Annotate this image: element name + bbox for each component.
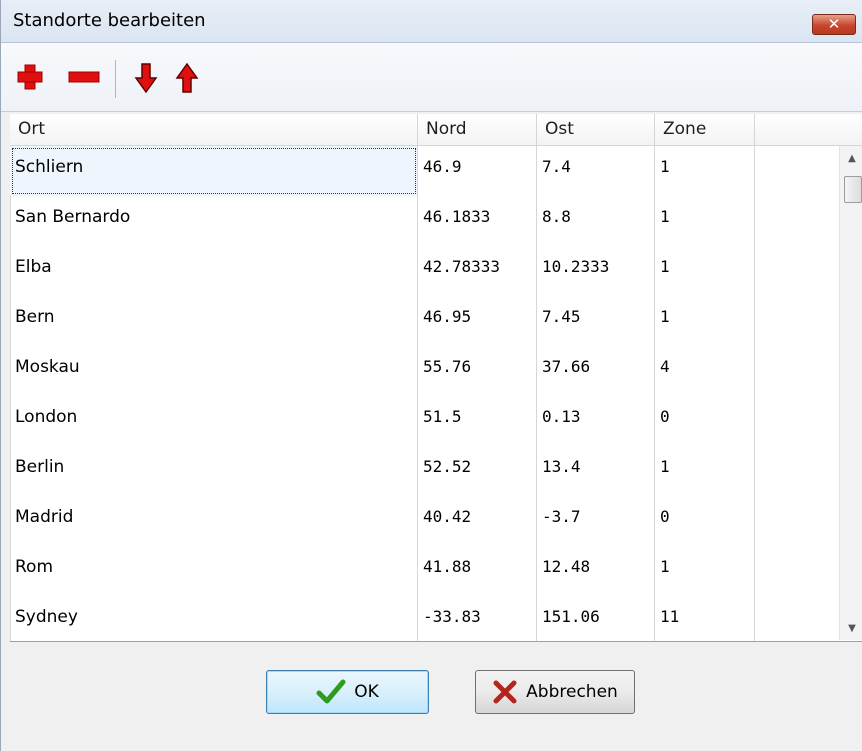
close-button[interactable]: ✕ [812, 14, 856, 35]
cell-ort[interactable]: Madrid [10, 496, 418, 546]
cell-nord[interactable]: -33.83 [418, 596, 537, 642]
cell-nord[interactable]: 41.88 [418, 546, 537, 596]
cell-ort[interactable]: Moskau [10, 346, 418, 396]
cell-ost[interactable]: -3.7 [537, 496, 655, 546]
move-up-button[interactable] [175, 62, 205, 93]
cell-zone[interactable]: 4 [655, 346, 755, 396]
checkmark-icon [316, 679, 346, 704]
move-down-button[interactable] [134, 62, 164, 94]
cell-ost[interactable]: 151.06 [537, 596, 655, 642]
close-icon: ✕ [827, 15, 841, 33]
remove-button[interactable] [67, 62, 100, 92]
move-down-icon [134, 63, 158, 94]
add-button[interactable] [15, 62, 45, 92]
cell-ort[interactable]: Elba [10, 246, 418, 296]
remove-icon [68, 71, 100, 83]
cell-nord[interactable]: 46.95 [418, 296, 537, 346]
move-up-icon [175, 62, 199, 93]
cell-ort[interactable]: San Bernardo [10, 196, 418, 246]
cell-ost[interactable]: 37.66 [537, 346, 655, 396]
table-row[interactable]: Berlin 52.52 13.4 1 [10, 446, 830, 496]
cell-ost[interactable]: 0.13 [537, 396, 655, 446]
cell-zone[interactable]: 1 [655, 146, 755, 196]
cell-zone[interactable]: 1 [655, 546, 755, 596]
cell-ort[interactable]: Berlin [10, 446, 418, 496]
scroll-up-arrow-icon: ▲ [848, 152, 856, 164]
cell-zone[interactable]: 1 [655, 446, 755, 496]
cell-nord[interactable]: 46.9 [418, 146, 537, 196]
table-row[interactable]: Sydney -33.83 151.06 11 [10, 596, 830, 642]
table-header: Ort Nord Ost Zone [10, 114, 862, 146]
cell-zone[interactable]: 1 [655, 296, 755, 346]
scrollbar-thumb[interactable] [844, 176, 862, 203]
cell-nord[interactable]: 42.78333 [418, 246, 537, 296]
table-row[interactable]: Moskau 55.76 37.66 4 [10, 346, 830, 396]
cell-ort[interactable]: Schliern [10, 146, 418, 196]
title-bar[interactable]: Standorte bearbeiten ✕ [1, 0, 862, 43]
cell-zone[interactable]: 1 [655, 246, 755, 296]
table-body: Schliern 46.9 7.4 1 San Bernardo 46.1833 8.8 1 E… [10, 146, 830, 642]
cancel-button[interactable]: Abbrechen [475, 670, 635, 714]
cell-ort[interactable]: Sydney [10, 596, 418, 642]
column-header-nord[interactable]: Nord [418, 114, 537, 145]
locations-table[interactable]: Ort Nord Ost Zone Schliern 46.9 7.4 1 San Be… [10, 114, 862, 642]
table-row[interactable]: Bern 46.95 7.45 1 [10, 296, 830, 346]
cell-ost[interactable]: 12.48 [537, 546, 655, 596]
vertical-scrollbar[interactable]: ▲ ▼ [839, 146, 862, 640]
add-icon [17, 64, 43, 90]
toolbar [1, 43, 862, 112]
scroll-down-button[interactable]: ▼ [840, 616, 862, 640]
cell-ost[interactable]: 8.8 [537, 196, 655, 246]
cell-zone[interactable]: 0 [655, 496, 755, 546]
table-row[interactable]: San Bernardo 46.1833 8.8 1 [10, 196, 830, 246]
column-header-ort[interactable]: Ort [10, 114, 418, 145]
toolbar-separator [115, 60, 116, 98]
cell-ort[interactable]: Bern [10, 296, 418, 346]
cell-ost[interactable]: 13.4 [537, 446, 655, 496]
cell-nord[interactable]: 40.42 [418, 496, 537, 546]
table-row[interactable]: Elba 42.78333 10.2333 1 [10, 246, 830, 296]
table-bottom-border [10, 641, 862, 642]
dialog-title: Standorte bearbeiten [13, 10, 206, 31]
cell-ort[interactable]: Rom [10, 546, 418, 596]
cancel-x-icon [493, 680, 517, 704]
cell-zone[interactable]: 1 [655, 196, 755, 246]
column-header-zone[interactable]: Zone [655, 114, 755, 145]
cell-ort[interactable]: London [10, 396, 418, 446]
cell-zone[interactable]: 11 [655, 596, 755, 642]
cell-nord[interactable]: 51.5 [418, 396, 537, 446]
table-row[interactable]: London 51.5 0.13 0 [10, 396, 830, 446]
scroll-down-arrow-icon: ▼ [848, 622, 856, 634]
edit-locations-dialog: Standorte bearbeiten ✕ Ort Nord Ost Zone… [0, 0, 862, 751]
table-row[interactable]: Schliern 46.9 7.4 1 [10, 146, 830, 196]
cell-nord[interactable]: 55.76 [418, 346, 537, 396]
table-row[interactable]: Madrid 40.42 -3.7 0 [10, 496, 830, 546]
cell-zone[interactable]: 0 [655, 396, 755, 446]
ok-button-label: OK [354, 682, 379, 702]
cell-nord[interactable]: 52.52 [418, 446, 537, 496]
ok-button[interactable]: OK [266, 670, 429, 714]
table-row[interactable]: Rom 41.88 12.48 1 [10, 546, 830, 596]
cell-ost[interactable]: 10.2333 [537, 246, 655, 296]
scroll-up-button[interactable]: ▲ [840, 146, 862, 170]
column-header-ost[interactable]: Ost [537, 114, 655, 145]
cell-ost[interactable]: 7.4 [537, 146, 655, 196]
cell-nord[interactable]: 46.1833 [418, 196, 537, 246]
cancel-button-label: Abbrechen [526, 682, 618, 702]
cell-ost[interactable]: 7.45 [537, 296, 655, 346]
